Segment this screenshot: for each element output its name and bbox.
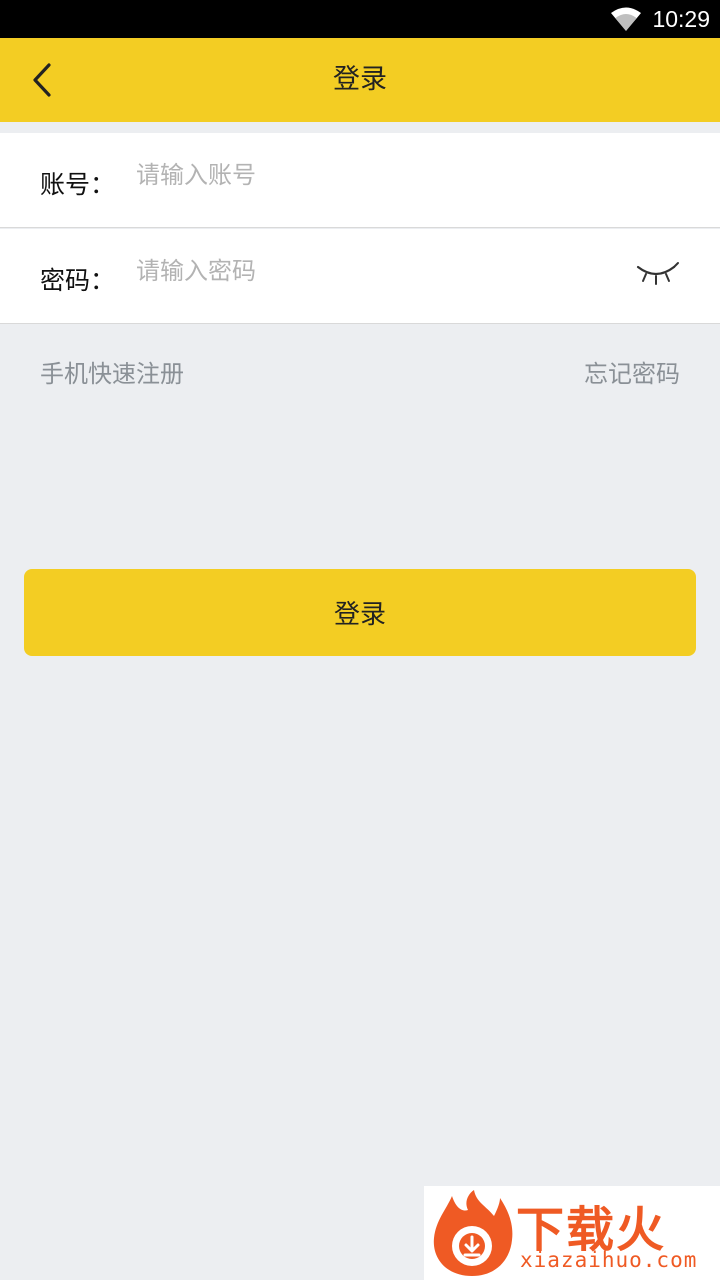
status-bar: 10:29 bbox=[0, 0, 720, 38]
account-input[interactable] bbox=[136, 155, 596, 195]
forgot-password-link[interactable]: 忘记密码 bbox=[584, 354, 680, 389]
password-row: 密码： bbox=[0, 229, 720, 324]
flame-download-logo bbox=[433, 1190, 513, 1276]
login-button[interactable]: 登录 bbox=[24, 569, 696, 656]
watermark: 下载火 xiazaihuo.com bbox=[424, 1186, 720, 1280]
wifi-icon bbox=[611, 7, 642, 31]
app-bar: 登录 bbox=[0, 38, 720, 122]
register-link[interactable]: 手机快速注册 bbox=[40, 354, 184, 389]
account-label: 账号： bbox=[40, 170, 116, 199]
password-visibility-toggle[interactable] bbox=[632, 257, 680, 293]
watermark-en-text: xiazaihuo.com bbox=[520, 1248, 698, 1272]
status-indicators: 10:29 bbox=[610, 0, 710, 38]
account-row: 账号： bbox=[0, 133, 720, 228]
password-input[interactable] bbox=[136, 251, 596, 291]
page-title: 登录 bbox=[333, 64, 387, 95]
eye-closed-icon bbox=[636, 262, 679, 285]
status-time: 10:29 bbox=[652, 6, 710, 32]
password-label: 密码： bbox=[40, 266, 116, 295]
